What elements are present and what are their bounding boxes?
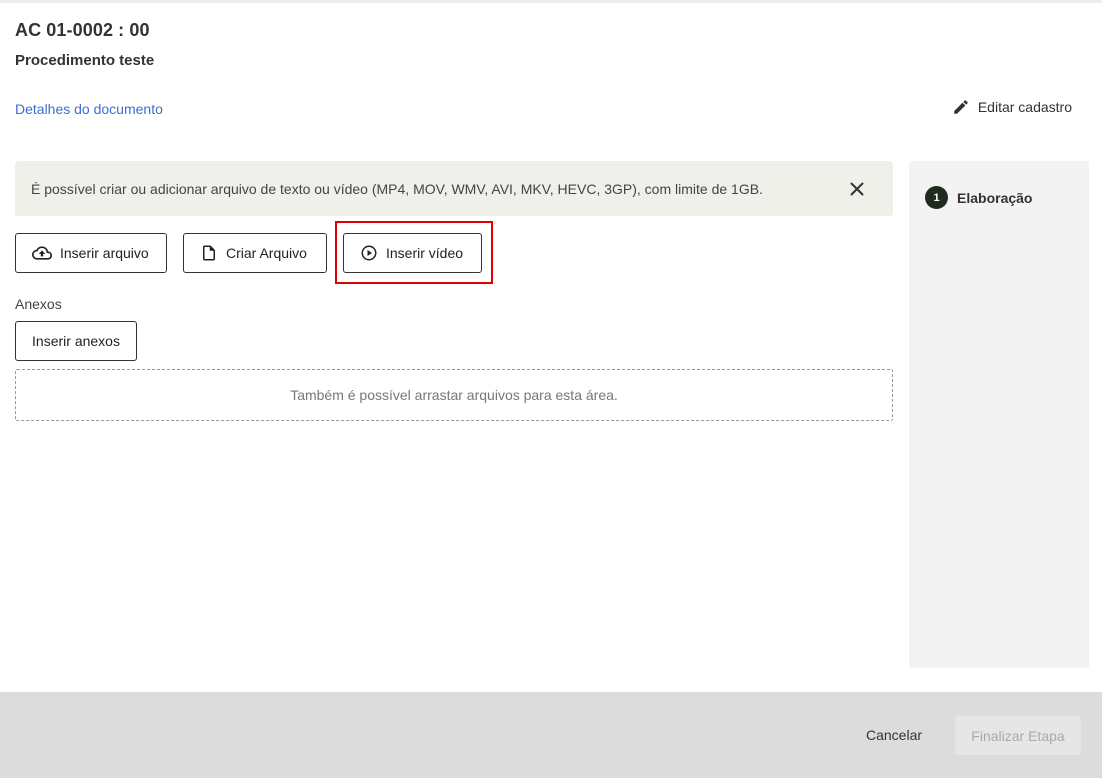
- step-item[interactable]: 1 Elaboração: [925, 186, 1032, 209]
- finalize-step-button[interactable]: Finalizar Etapa: [955, 716, 1081, 755]
- top-strip: [0, 0, 1102, 3]
- step-label: Elaboração: [957, 189, 1033, 206]
- edit-registration-button[interactable]: Editar cadastro: [952, 98, 1072, 116]
- footer-bar: Cancelar Finalizar Etapa: [0, 692, 1102, 778]
- cloud-upload-icon: [32, 243, 52, 263]
- attachments-label: Anexos: [15, 296, 62, 312]
- drop-zone[interactable]: Também é possível arrastar arquivos para…: [15, 369, 893, 421]
- play-circle-icon: [360, 244, 378, 262]
- pencil-icon: [952, 98, 970, 116]
- document-icon: [200, 244, 218, 262]
- close-icon[interactable]: [849, 181, 865, 197]
- document-name: Procedimento teste: [15, 52, 155, 69]
- insert-file-label: Inserir arquivo: [60, 245, 149, 261]
- edit-registration-label: Editar cadastro: [977, 99, 1072, 115]
- drop-zone-text: Também é possível arrastar arquivos para…: [290, 387, 618, 403]
- document-details-link[interactable]: Detalhes do documento: [15, 101, 163, 117]
- steps-panel: 1 Elaboração: [909, 161, 1089, 668]
- insert-attachments-button[interactable]: Inserir anexos: [15, 321, 137, 361]
- document-code: AC 01-0002 : 00: [15, 20, 150, 40]
- cancel-button[interactable]: Cancelar: [856, 716, 932, 754]
- info-banner: É possível criar ou adicionar arquivo de…: [15, 161, 893, 216]
- insert-video-label: Inserir vídeo: [386, 245, 464, 261]
- info-banner-text: É possível criar ou adicionar arquivo de…: [31, 180, 763, 197]
- insert-file-button[interactable]: Inserir arquivo: [15, 233, 167, 273]
- create-file-button[interactable]: Criar Arquivo: [183, 233, 327, 273]
- step-number-badge: 1: [925, 186, 948, 209]
- insert-video-button[interactable]: Inserir vídeo: [343, 233, 482, 273]
- create-file-label: Criar Arquivo: [226, 245, 307, 261]
